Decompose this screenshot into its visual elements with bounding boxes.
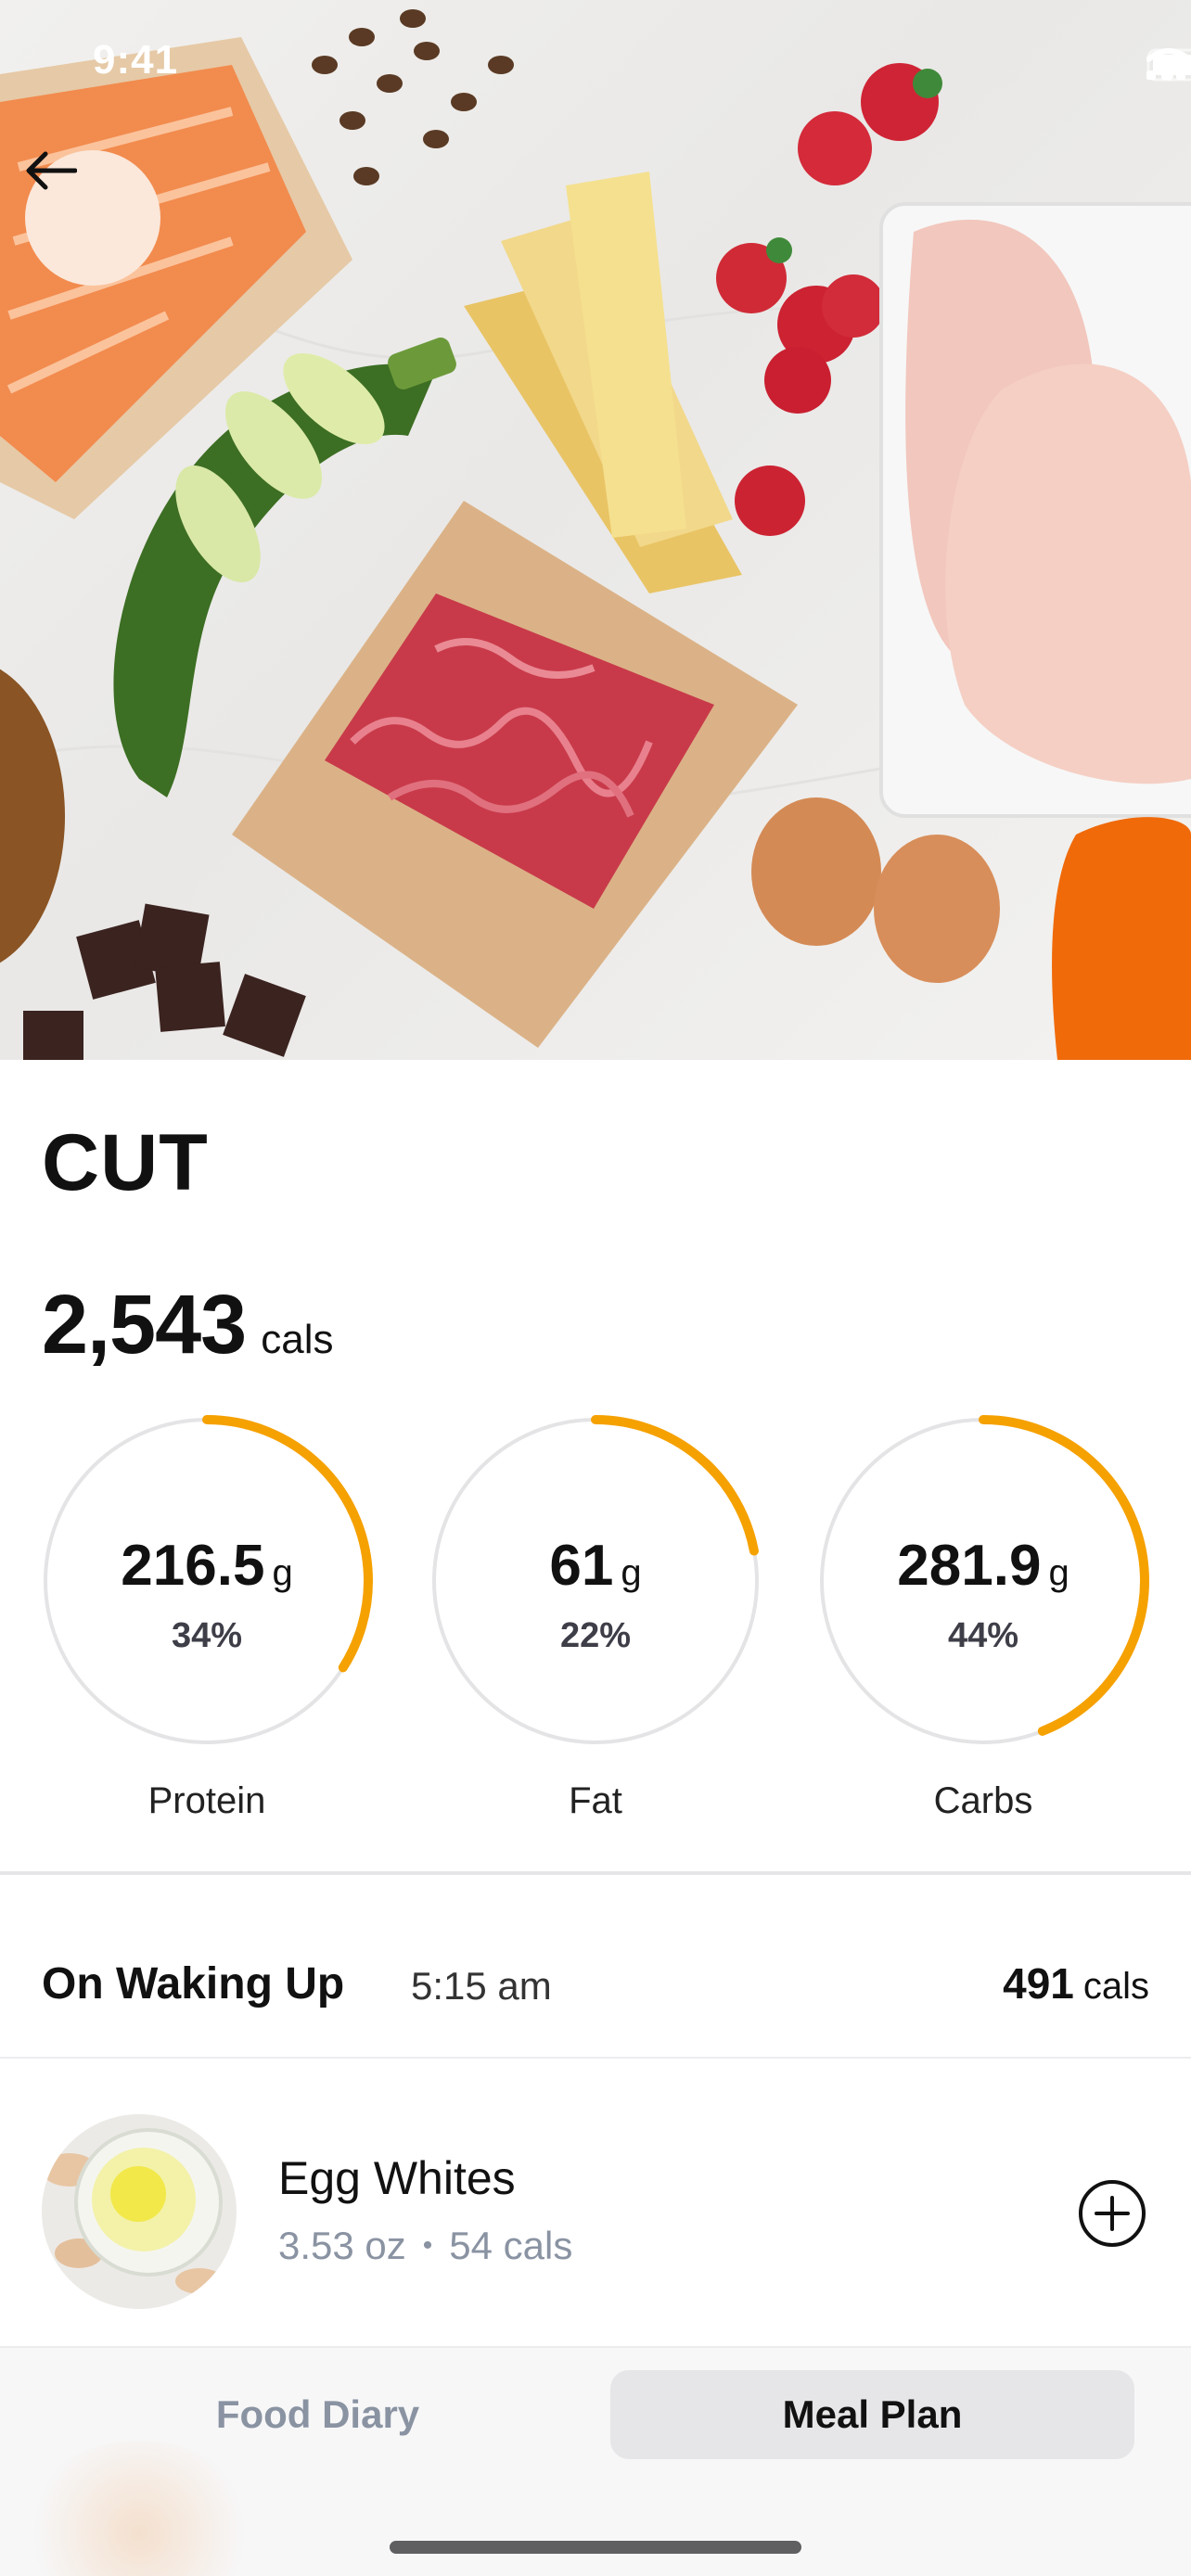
home-indicator (390, 2541, 801, 2554)
food-item[interactable]: Egg Whites 3.53 oz • 54 cals (0, 2059, 1191, 2346)
carbs-label: Carbs (933, 1780, 1033, 1821)
status-time: 9:41 (93, 37, 179, 83)
wooden-board (0, 669, 65, 963)
hero-food-photo: 9:41 (0, 0, 1191, 1060)
meal-header[interactable]: On Waking Up 5:15 am 491 cals (0, 1875, 1191, 2057)
chocolate (23, 903, 306, 1060)
meal-time: 5:15 am (411, 1964, 552, 2008)
tab-meal-plan[interactable]: Meal Plan (610, 2370, 1134, 2459)
protein-amount: 216.5 (121, 1534, 265, 1598)
food-amount: 3.53 oz (278, 2224, 406, 2267)
protein-percent: 34% (171, 1616, 243, 1655)
plan-calories-value: 2,543 (42, 1279, 247, 1371)
macro-protein: 216.5 g 34% Protein (40, 1414, 374, 1831)
back-arrow-icon (26, 151, 77, 190)
ground-beef (232, 501, 798, 1048)
tab-food-diary[interactable]: Food Diary (56, 2370, 580, 2459)
status-bar: 9:41 (0, 0, 1191, 130)
food-calories: 54 cals (449, 2224, 573, 2267)
carbs-unit: g (1048, 1552, 1069, 1593)
macro-fat: 61 g 22% Fat (429, 1414, 762, 1831)
orange-pepper (1052, 817, 1191, 1060)
back-button[interactable] (25, 150, 160, 286)
egg-whites-image (42, 2114, 237, 2309)
fat-percent: 22% (559, 1616, 632, 1655)
eggs (751, 797, 1000, 983)
plan-calories-unit: cals (261, 1317, 334, 1362)
plan-title: CUT (42, 1118, 209, 1207)
egg-whites-photo (42, 2114, 237, 2309)
protein-unit: g (272, 1552, 293, 1593)
background-blur (19, 2441, 260, 2576)
meta-separator: • (422, 2230, 433, 2261)
food-meta: 3.53 oz • 54 cals (278, 2224, 572, 2268)
protein-label: Protein (147, 1780, 266, 1821)
chicken-breasts (879, 202, 1191, 818)
food-illustration (0, 9, 1191, 1060)
carbs-amount: 281.9 (897, 1534, 1042, 1598)
fat-amount: 61 (549, 1534, 614, 1598)
battery-icon (1146, 48, 1191, 82)
fat-unit: g (621, 1552, 642, 1593)
fat-label: Fat (569, 1780, 622, 1821)
meal-calories: 491 cals (1003, 1958, 1149, 2009)
macro-carbs: 281.9 g 44% Carbs (816, 1414, 1150, 1831)
carbs-percent: 44% (947, 1616, 1019, 1655)
meal-calories-unit: cals (1082, 1966, 1149, 2007)
meal-name: On Waking Up (42, 1959, 345, 2009)
meal-calories-value: 491 (1003, 1959, 1074, 2008)
plan-calories: 2,543 cals (42, 1278, 333, 1373)
food-name: Egg Whites (278, 2152, 516, 2204)
bottom-tab-bar: Food Diary Meal Plan (0, 2346, 1191, 2576)
add-circle-icon[interactable] (1078, 2179, 1146, 2248)
